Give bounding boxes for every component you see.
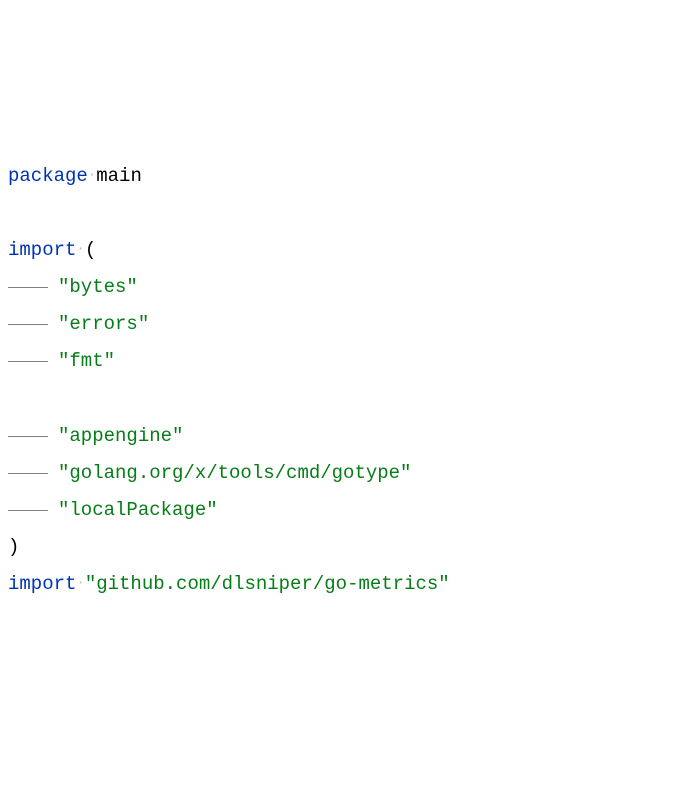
import-string: "golang.org/x/tools/cmd/gotype" bbox=[58, 462, 411, 484]
import-string: "appengine" bbox=[58, 425, 183, 447]
code-line-import: "appengine" bbox=[8, 418, 666, 455]
whitespace-marker: · bbox=[88, 168, 96, 184]
import-string: "bytes" bbox=[58, 276, 138, 298]
blank-line bbox=[8, 195, 666, 232]
import-string: "localPackage" bbox=[58, 499, 218, 521]
keyword-import: import bbox=[8, 573, 76, 595]
code-line-import: "errors" bbox=[8, 306, 666, 343]
code-line-import-single: import·"github.com/dlsniper/go-metrics" bbox=[8, 566, 666, 603]
code-line-import-open: import·( bbox=[8, 232, 666, 269]
close-paren: ) bbox=[8, 536, 19, 558]
code-editor: package·mainimport·("bytes""errors""fmt"… bbox=[8, 158, 666, 603]
import-string: "errors" bbox=[58, 313, 149, 335]
import-string: "fmt" bbox=[58, 350, 115, 372]
import-string: "github.com/dlsniper/go-metrics" bbox=[85, 573, 450, 595]
whitespace-marker: · bbox=[76, 575, 84, 591]
identifier-main: main bbox=[96, 165, 142, 187]
code-line-package: package·main bbox=[8, 158, 666, 195]
code-line-close-paren: ) bbox=[8, 529, 666, 566]
code-line-import: "golang.org/x/tools/cmd/gotype" bbox=[8, 455, 666, 492]
code-line-import: "localPackage" bbox=[8, 492, 666, 529]
code-line-import: "fmt" bbox=[8, 343, 666, 380]
keyword-package: package bbox=[8, 165, 88, 187]
open-paren: ( bbox=[85, 239, 96, 261]
keyword-import: import bbox=[8, 239, 76, 261]
blank-line bbox=[8, 380, 666, 417]
code-line-import: "bytes" bbox=[8, 269, 666, 306]
whitespace-marker: · bbox=[76, 242, 84, 258]
